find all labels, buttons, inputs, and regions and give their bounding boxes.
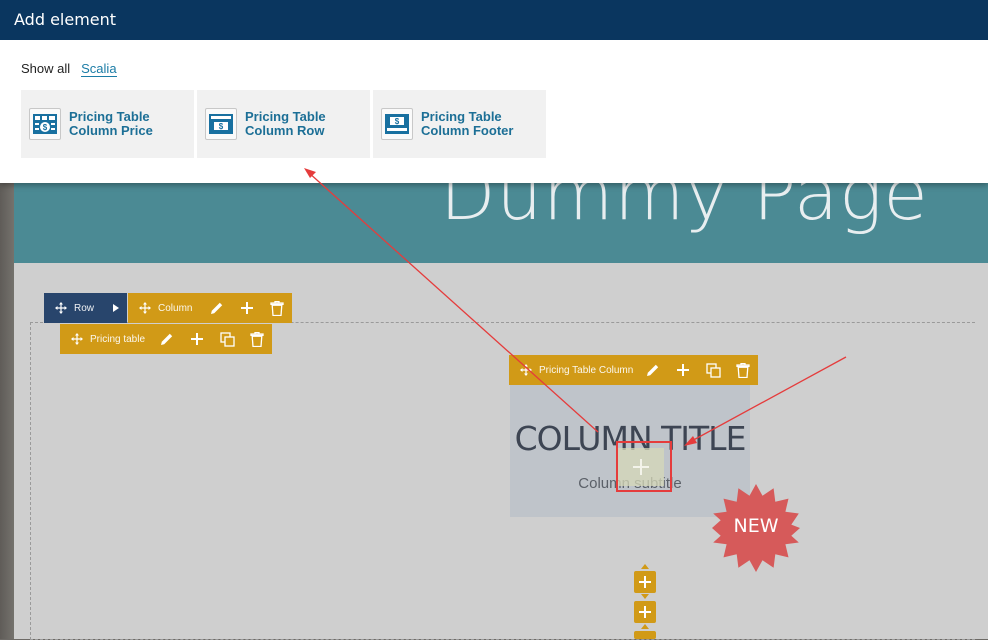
element-pricing-column-row[interactable]: $ Pricing Table Column Row: [197, 90, 370, 158]
add-icon[interactable]: [668, 355, 698, 385]
pricing-row-icon: $: [205, 108, 237, 140]
add-element-modal: Add element Show all Scalia $ Pricing Ta…: [0, 0, 988, 183]
pricing-table-controls[interactable]: Pricing table: [60, 324, 272, 354]
svg-text:$: $: [395, 117, 400, 126]
edit-icon[interactable]: [638, 355, 668, 385]
svg-text:$: $: [43, 123, 48, 132]
edit-icon[interactable]: [152, 324, 182, 354]
element-label: Pricing Table Column Footer: [421, 109, 514, 138]
element-label: Pricing Table Column Price: [69, 109, 153, 138]
pricing-footer-icon: $: [381, 108, 413, 140]
modal-title: Add element: [14, 10, 117, 29]
filter-show-all[interactable]: Show all: [21, 61, 70, 77]
pricing-column-controls[interactable]: Pricing Table Column: [509, 355, 758, 385]
element-pricing-column-footer[interactable]: $ Pricing Table Column Footer: [373, 90, 546, 158]
highlight-box: [616, 441, 672, 492]
move-icon[interactable]: [70, 332, 84, 346]
add-icon[interactable]: [232, 293, 262, 323]
element-pricing-column-price[interactable]: $ Pricing Table Column Price: [21, 90, 194, 158]
add-element-below-button[interactable]: [634, 601, 656, 623]
edit-icon[interactable]: [202, 293, 232, 323]
clone-icon[interactable]: [212, 324, 242, 354]
add-icon[interactable]: [182, 324, 212, 354]
filter-scalia[interactable]: Scalia: [81, 61, 117, 77]
arrow-up-icon: [641, 564, 649, 569]
delete-icon[interactable]: [262, 293, 292, 323]
expand-arrow-icon[interactable]: [113, 304, 119, 312]
element-label: Pricing Table Column Row: [245, 109, 326, 138]
pricing-column-label: Pricing Table Column: [539, 364, 634, 376]
column-controls[interactable]: Column: [128, 293, 292, 323]
arrow-up-icon: [641, 624, 649, 629]
column-label: Column: [158, 302, 193, 314]
plus-icon: [639, 606, 651, 618]
delete-icon[interactable]: [728, 355, 758, 385]
row-controls[interactable]: Row: [44, 293, 127, 323]
new-badge-label: NEW: [733, 515, 779, 537]
move-icon[interactable]: [54, 301, 68, 315]
clone-icon[interactable]: [698, 355, 728, 385]
add-section-button[interactable]: [634, 631, 656, 639]
move-icon[interactable]: [138, 301, 152, 315]
element-list: $ Pricing Table Column Price $ Pricing Ta…: [21, 90, 546, 158]
filter-tabs: Show all Scalia: [21, 61, 117, 77]
pricing-table-label: Pricing table: [90, 333, 146, 345]
row-label: Row: [74, 302, 95, 314]
pricing-price-icon: $: [29, 108, 61, 140]
arrow-down-icon: [641, 594, 649, 599]
move-icon[interactable]: [519, 363, 533, 377]
row-outline: [30, 322, 975, 640]
add-row-button[interactable]: [634, 571, 656, 593]
modal-header: Add element: [0, 0, 988, 40]
delete-icon[interactable]: [242, 324, 272, 354]
plus-icon: [639, 576, 651, 588]
svg-text:$: $: [219, 122, 224, 131]
